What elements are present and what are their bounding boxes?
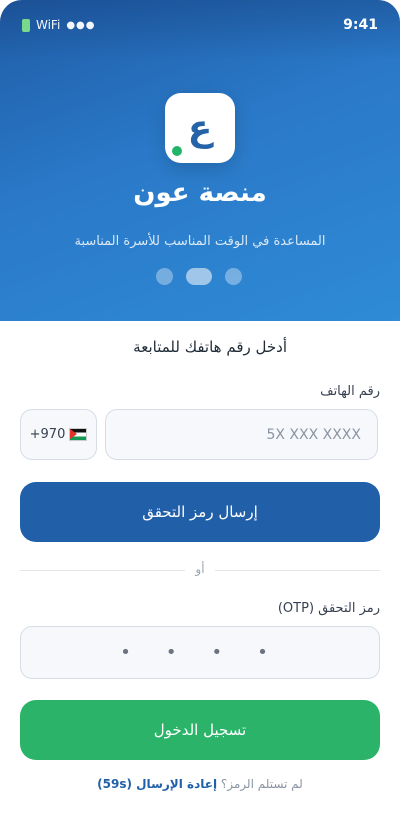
otp-label: رمز التحقق (OTP) (277, 601, 380, 616)
login-button[interactable]: تسجيل الدخول (20, 700, 380, 760)
send-otp-button[interactable]: إرسال رمز التحقق (20, 482, 380, 542)
pager-dot-2[interactable] (186, 268, 212, 285)
app-logo: ع (165, 93, 235, 163)
divider-line-right (215, 570, 380, 571)
pager-dot-3[interactable] (225, 268, 242, 285)
logo-dot-icon (172, 146, 182, 156)
login-screen: WiFi ●●● 9:41 ع منصة عون المساعدة في الو… (0, 0, 400, 821)
otp-input[interactable] (20, 626, 380, 679)
phone-input[interactable] (105, 409, 378, 460)
login-form: أدخل رقم هاتفك للمتابعة رقم الهاتف +970 … (0, 321, 400, 821)
battery-icon (22, 18, 30, 32)
wifi-label: WiFi (36, 18, 61, 32)
resend-row: لم تستلم الرمز؟ إعادة الإرسال (59s) (0, 777, 400, 791)
country-code-value: +970 (29, 427, 66, 442)
form-heading: أدخل رقم هاتفك للمتابعة (133, 338, 287, 356)
palestine-flag-icon (69, 428, 88, 441)
country-code-selector[interactable]: +970 (20, 409, 97, 460)
pager-dot-1[interactable] (156, 268, 173, 285)
signal-icon: ●●● (66, 19, 96, 31)
status-indicators: WiFi ●●● (22, 18, 96, 32)
divider-text: أو (195, 562, 205, 576)
hero-banner: WiFi ●●● 9:41 ع منصة عون المساعدة في الو… (0, 0, 400, 321)
or-divider: أو (20, 562, 380, 578)
divider-line-left (20, 570, 185, 571)
resend-prompt: لم تستلم الرمز؟ (220, 777, 303, 791)
status-time: 9:41 (343, 17, 378, 33)
onboarding-pager (156, 268, 242, 285)
resend-link[interactable]: إعادة الإرسال (59s) (97, 777, 217, 791)
phone-label: رقم الهاتف (320, 384, 380, 399)
brand-title: منصة عون (133, 178, 267, 208)
status-bar: WiFi ●●● 9:41 (0, 0, 400, 52)
brand-subtitle: المساعدة في الوقت المناسب للأسرة المناسب… (74, 234, 326, 249)
